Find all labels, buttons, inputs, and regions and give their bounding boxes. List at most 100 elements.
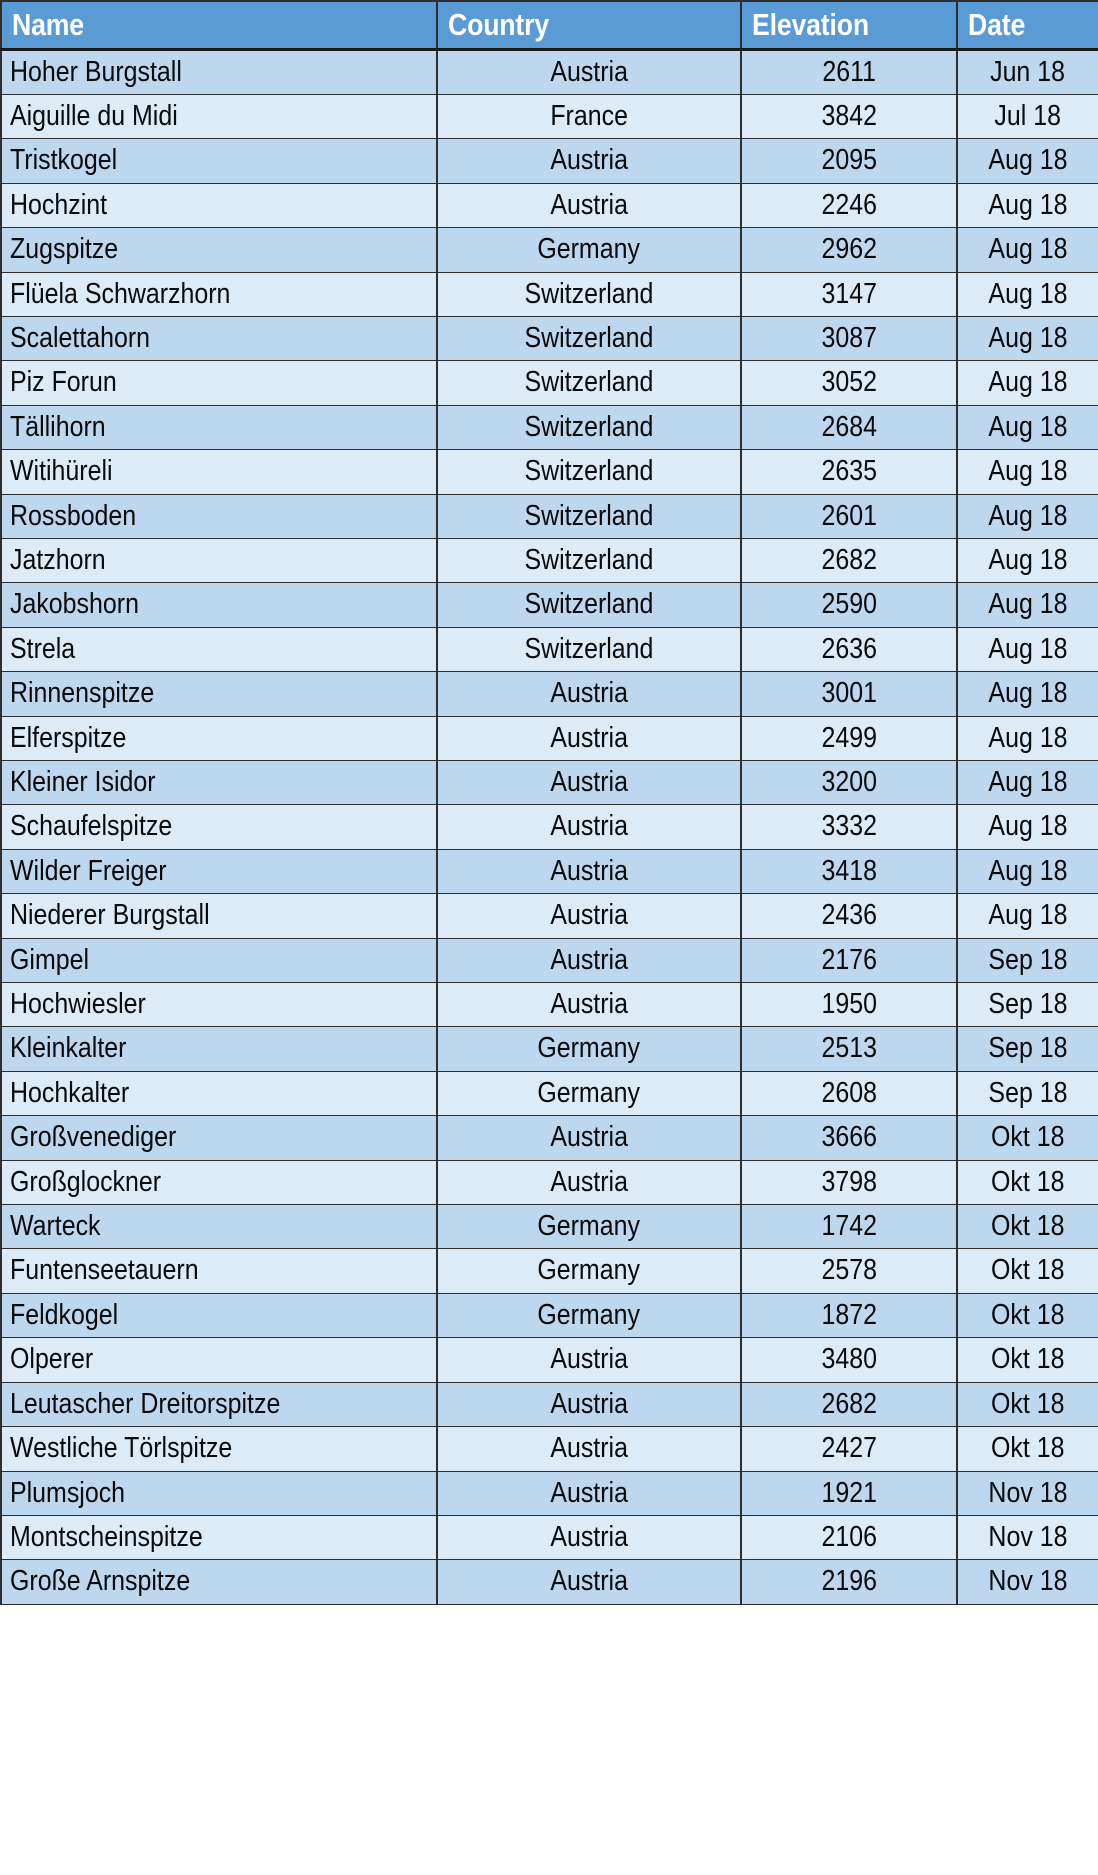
cell-country[interactable]: Switzerland	[436, 360, 742, 406]
cell-country[interactable]: Germany	[436, 1293, 742, 1339]
table-row[interactable]: Zugspitze Germany 2962 Aug 18	[0, 227, 1098, 273]
cell-name[interactable]: Kleiner Isidor	[0, 760, 438, 806]
table-row[interactable]: Hochwiesler Austria 1950 Sep 18	[0, 982, 1098, 1028]
cell-name[interactable]: Plumsjoch	[0, 1471, 438, 1516]
cell-name[interactable]: Warteck	[0, 1204, 438, 1250]
cell-country[interactable]: Germany	[436, 1026, 742, 1072]
table-row[interactable]: Kleinkalter Germany 2513 Sep 18	[0, 1026, 1098, 1072]
cell-country[interactable]: Austria	[436, 716, 742, 762]
table-row[interactable]: Feldkogel Germany 1872 Okt 18	[0, 1293, 1098, 1339]
cell-elevation[interactable]: 1921	[740, 1471, 958, 1516]
cell-country[interactable]: Switzerland	[436, 538, 742, 584]
cell-date[interactable]: Sep 18	[956, 938, 1098, 984]
table-row[interactable]: Plumsjoch Austria 1921 Nov 18	[0, 1471, 1098, 1516]
column-header-name[interactable]: Name	[0, 0, 438, 51]
cell-elevation[interactable]: 2684	[740, 405, 958, 451]
table-row[interactable]: Tristkogel Austria 2095 Aug 18	[0, 138, 1098, 184]
cell-date[interactable]: Aug 18	[956, 671, 1098, 717]
cell-name[interactable]: Schaufelspitze	[0, 804, 438, 850]
cell-elevation[interactable]: 2106	[740, 1515, 958, 1561]
cell-elevation[interactable]: 3798	[740, 1160, 958, 1206]
table-row[interactable]: Großvenediger Austria 3666 Okt 18	[0, 1115, 1098, 1161]
cell-elevation[interactable]: 2196	[740, 1559, 958, 1605]
cell-name[interactable]: Montscheinspitze	[0, 1515, 438, 1561]
cell-name[interactable]: Feldkogel	[0, 1293, 438, 1339]
cell-name[interactable]: Große Arnspitze	[0, 1559, 438, 1605]
column-header-date[interactable]: Date	[956, 0, 1098, 51]
cell-elevation[interactable]: 2611	[740, 49, 958, 95]
cell-elevation[interactable]: 3418	[740, 849, 958, 895]
cell-date[interactable]: Aug 18	[956, 183, 1098, 229]
table-row[interactable]: Jakobshorn Switzerland 2590 Aug 18	[0, 582, 1098, 628]
table-row[interactable]: Hochzint Austria 2246 Aug 18	[0, 183, 1098, 229]
cell-elevation[interactable]: 3147	[740, 272, 958, 317]
cell-country[interactable]: Austria	[436, 804, 742, 850]
cell-name[interactable]: Westliche Törlspitze	[0, 1426, 438, 1472]
table-row[interactable]: Kleiner Isidor Austria 3200 Aug 18	[0, 760, 1098, 806]
cell-name[interactable]: Hochzint	[0, 183, 438, 229]
cell-elevation[interactable]: 2590	[740, 582, 958, 628]
table-row[interactable]: Montscheinspitze Austria 2106 Nov 18	[0, 1515, 1098, 1561]
cell-date[interactable]: Aug 18	[956, 849, 1098, 895]
table-row[interactable]: Warteck Germany 1742 Okt 18	[0, 1204, 1098, 1250]
cell-elevation[interactable]: 1742	[740, 1204, 958, 1250]
table-row[interactable]: Funtenseetauern Germany 2578 Okt 18	[0, 1248, 1098, 1294]
cell-name[interactable]: Niederer Burgstall	[0, 893, 438, 939]
table-row[interactable]: Großglockner Austria 3798 Okt 18	[0, 1160, 1098, 1206]
cell-country[interactable]: Switzerland	[436, 272, 742, 317]
cell-name[interactable]: Großvenediger	[0, 1115, 438, 1161]
cell-date[interactable]: Okt 18	[956, 1382, 1098, 1428]
cell-name[interactable]: Zugspitze	[0, 227, 438, 273]
table-row[interactable]: Witihüreli Switzerland 2635 Aug 18	[0, 449, 1098, 495]
cell-country[interactable]: Switzerland	[436, 316, 742, 362]
cell-country[interactable]: Austria	[436, 671, 742, 717]
cell-date[interactable]: Aug 18	[956, 272, 1098, 317]
cell-date[interactable]: Okt 18	[956, 1337, 1098, 1383]
cell-country[interactable]: Austria	[436, 49, 742, 95]
cell-elevation[interactable]: 2246	[740, 183, 958, 229]
cell-elevation[interactable]: 2601	[740, 494, 958, 539]
table-row[interactable]: Strela Switzerland 2636 Aug 18	[0, 627, 1098, 673]
cell-elevation[interactable]: 2962	[740, 227, 958, 273]
cell-country[interactable]: Germany	[436, 227, 742, 273]
cell-name[interactable]: Aiguille du Midi	[0, 94, 438, 140]
cell-date[interactable]: Aug 18	[956, 405, 1098, 451]
cell-elevation[interactable]: 3052	[740, 360, 958, 406]
cell-country[interactable]: Austria	[436, 1115, 742, 1161]
cell-name[interactable]: Witihüreli	[0, 449, 438, 495]
table-row[interactable]: Elferspitze Austria 2499 Aug 18	[0, 716, 1098, 762]
cell-country[interactable]: Austria	[436, 849, 742, 895]
table-row[interactable]: Hochkalter Germany 2608 Sep 18	[0, 1071, 1098, 1117]
cell-date[interactable]: Sep 18	[956, 1071, 1098, 1117]
cell-date[interactable]: Aug 18	[956, 227, 1098, 273]
table-row[interactable]: Leutascher Dreitorspitze Austria 2682 Okt 1…	[0, 1382, 1098, 1428]
cell-date[interactable]: Aug 18	[956, 360, 1098, 406]
table-row[interactable]: Rossboden Switzerland 2601 Aug 18	[0, 494, 1098, 539]
cell-name[interactable]: Olperer	[0, 1337, 438, 1383]
cell-elevation[interactable]: 3842	[740, 94, 958, 140]
table-row[interactable]: Aiguille du Midi France 3842 Jul 18	[0, 94, 1098, 140]
cell-elevation[interactable]: 3332	[740, 804, 958, 850]
cell-name[interactable]: Hoher Burgstall	[0, 49, 438, 95]
cell-country[interactable]: France	[436, 94, 742, 140]
table-row[interactable]: Scalettahorn Switzerland 3087 Aug 18	[0, 316, 1098, 362]
cell-country[interactable]: Austria	[436, 1515, 742, 1561]
cell-date[interactable]: Jun 18	[956, 49, 1098, 95]
table-row[interactable]: Westliche Törlspitze Austria 2427 Okt 18	[0, 1426, 1098, 1472]
cell-country[interactable]: Germany	[436, 1204, 742, 1250]
cell-elevation[interactable]: 1872	[740, 1293, 958, 1339]
cell-elevation[interactable]: 2636	[740, 627, 958, 673]
cell-elevation[interactable]: 2682	[740, 538, 958, 584]
cell-country[interactable]: Austria	[436, 1471, 742, 1516]
cell-date[interactable]: Okt 18	[956, 1293, 1098, 1339]
cell-date[interactable]: Aug 18	[956, 760, 1098, 806]
table-row[interactable]: Rinnenspitze Austria 3001 Aug 18	[0, 671, 1098, 717]
cell-date[interactable]: Nov 18	[956, 1559, 1098, 1605]
cell-date[interactable]: Okt 18	[956, 1204, 1098, 1250]
cell-elevation[interactable]: 3480	[740, 1337, 958, 1383]
cell-elevation[interactable]: 2635	[740, 449, 958, 495]
cell-date[interactable]: Aug 18	[956, 627, 1098, 673]
cell-country[interactable]: Austria	[436, 938, 742, 984]
cell-elevation[interactable]: 2499	[740, 716, 958, 762]
cell-elevation[interactable]: 2436	[740, 893, 958, 939]
